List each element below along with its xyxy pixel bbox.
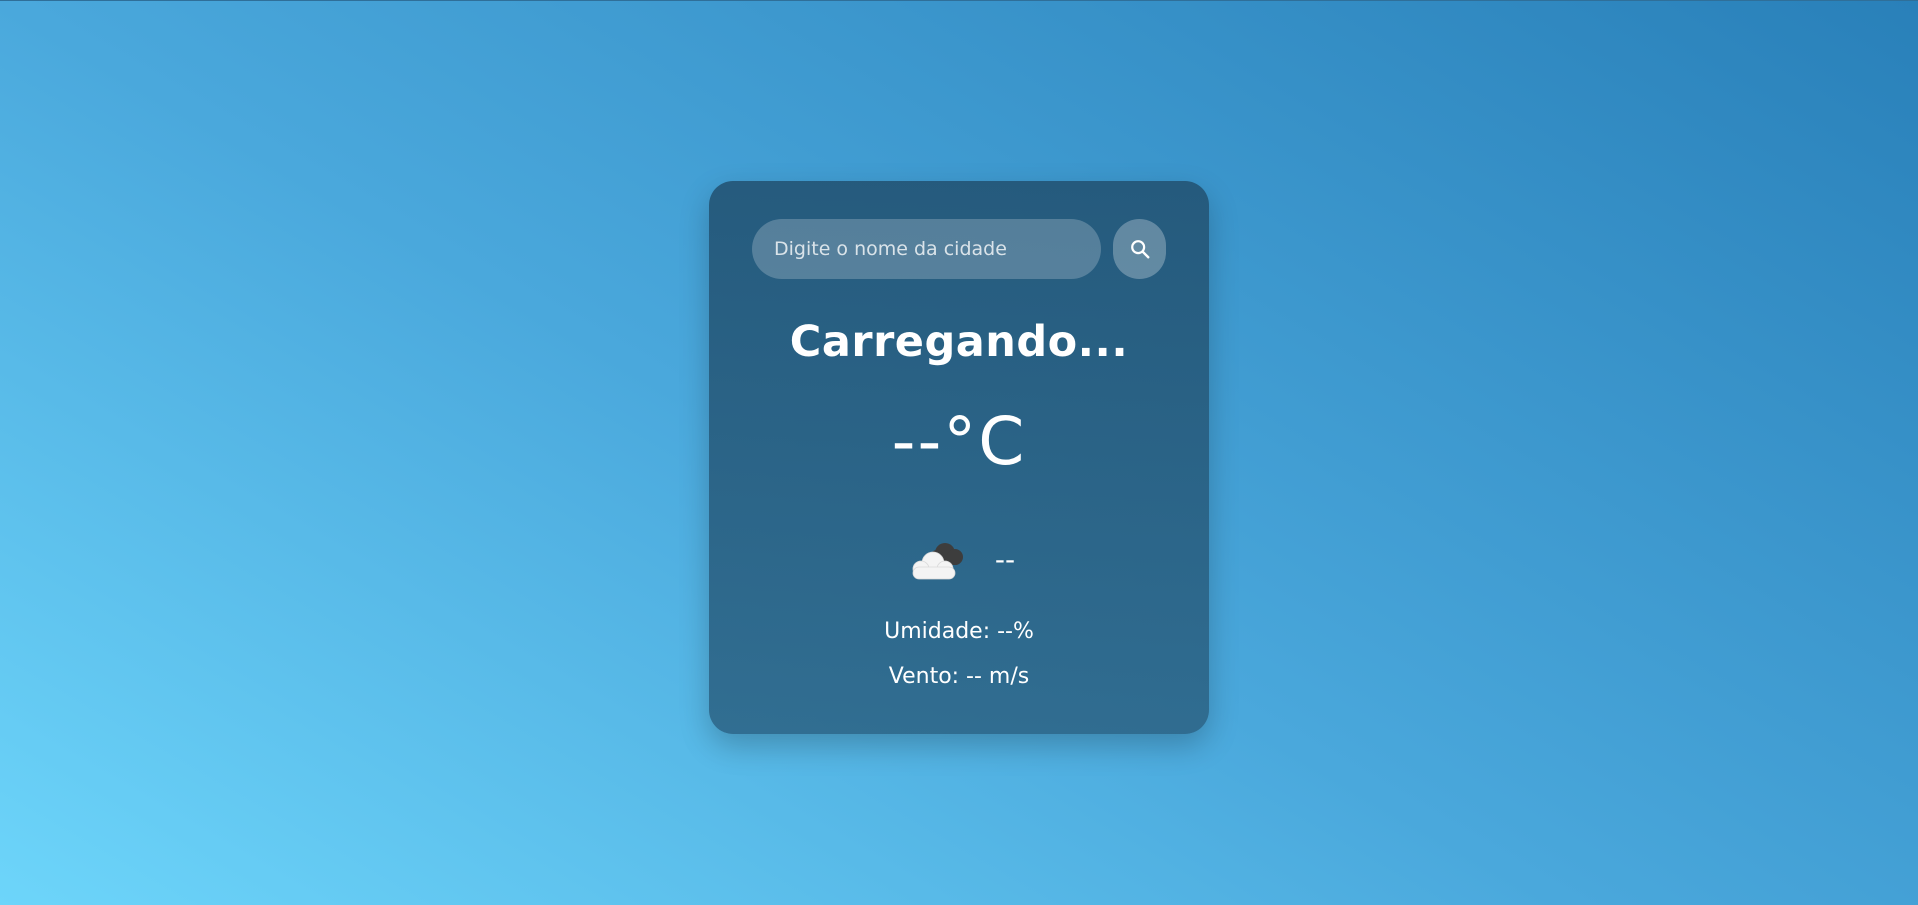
humidity: Umidade: --% <box>884 619 1034 644</box>
search-button[interactable] <box>1113 219 1166 279</box>
search-bar <box>752 219 1166 279</box>
weather-card: Carregando... --°C -- Umidade: --% Vento… <box>709 181 1209 734</box>
search-icon <box>1130 240 1150 259</box>
weather-condition: -- <box>709 529 1209 589</box>
wind-speed: Vento: -- m/s <box>888 664 1030 689</box>
temperature: --°C <box>891 403 1027 480</box>
city-name: Carregando... <box>789 317 1129 367</box>
weather-description: -- <box>994 542 1016 576</box>
cloud-icon <box>912 543 963 580</box>
search-input[interactable] <box>752 219 1102 279</box>
